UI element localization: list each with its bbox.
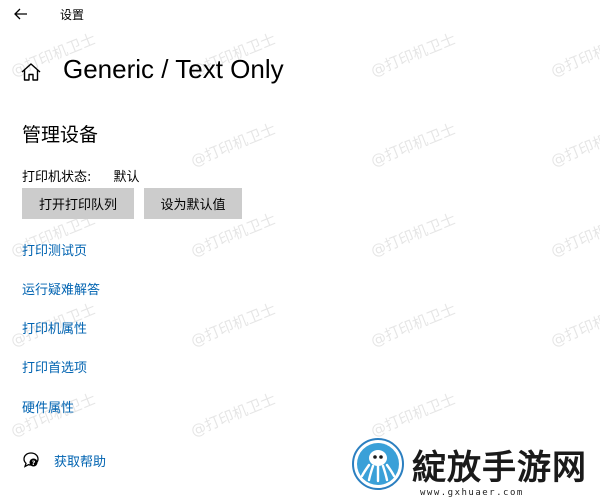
watermark: @打印机卫士 — [548, 29, 600, 81]
printer-status-value: 默认 — [113, 170, 140, 185]
hardware-properties-link[interactable]: 硬件属性 — [22, 397, 74, 416]
home-icon[interactable] — [20, 62, 42, 82]
watermark: @打印机卫士 — [548, 209, 600, 261]
window-title: 设置 — [60, 8, 85, 22]
brand-logo: 綻放手游网 www.gxhuaer.com — [350, 436, 600, 500]
get-help-link[interactable]: 获取帮助 — [54, 451, 106, 470]
watermark: @打印机卫士 — [548, 119, 600, 171]
arrow-left-icon — [14, 8, 27, 20]
brand-url: www.gxhuaer.com — [420, 488, 524, 498]
back-button[interactable] — [8, 2, 34, 26]
watermark: @打印机卫士 — [188, 119, 279, 171]
octopus-logo-icon — [352, 438, 404, 490]
watermark: @打印机卫士 — [368, 119, 459, 171]
watermark: @打印机卫士 — [368, 29, 459, 81]
run-troubleshooter-link[interactable]: 运行疑难解答 — [22, 279, 100, 298]
page-title: Generic / Text Only — [63, 54, 284, 84]
set-default-button[interactable]: 设为默认值 — [144, 188, 242, 219]
printing-preferences-link[interactable]: 打印首选项 — [22, 357, 87, 376]
section-title: 管理设备 — [22, 124, 99, 146]
brand-name: 綻放手游网 — [412, 448, 587, 488]
printer-properties-link[interactable]: 打印机属性 — [22, 318, 87, 337]
printer-status-label: 打印机状态: — [22, 170, 92, 185]
chat-help-icon: ? — [23, 452, 39, 468]
print-test-page-link[interactable]: 打印测试页 — [22, 240, 87, 259]
watermark: @打印机卫士 — [368, 209, 459, 261]
watermark: @打印机卫士 — [368, 389, 459, 441]
open-print-queue-button[interactable]: 打开打印队列 — [22, 188, 134, 219]
printer-status: 打印机状态: 默认 — [22, 166, 140, 185]
watermark: @打印机卫士 — [188, 299, 279, 351]
watermark: @打印机卫士 — [368, 299, 459, 351]
title-bar: 设置 — [0, 0, 600, 28]
watermark: @打印机卫士 — [548, 299, 600, 351]
watermark: @打印机卫士 — [188, 389, 279, 441]
svg-text:?: ? — [32, 459, 36, 467]
